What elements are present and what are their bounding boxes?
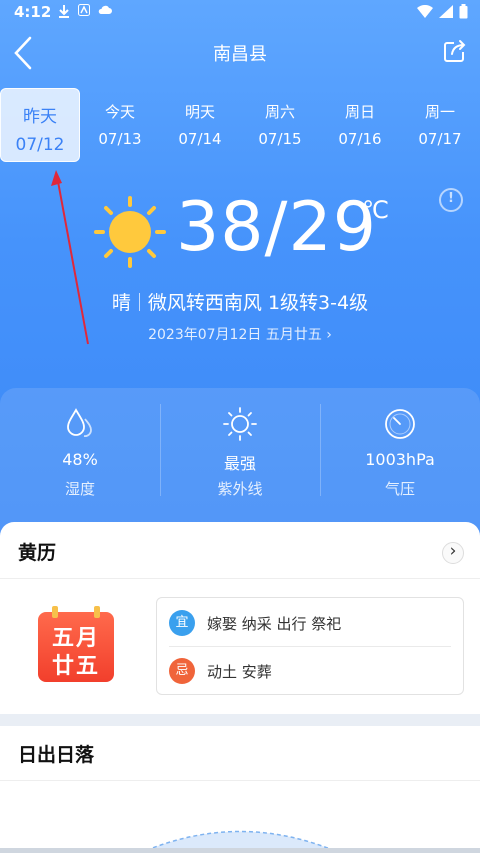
date-lunar-link[interactable]: 2023年07月12日 五月廿五 › <box>0 324 480 344</box>
tab-today[interactable]: 今天 07/13 <box>80 88 160 162</box>
cloud-icon <box>98 5 112 14</box>
tab-date: 07/13 <box>98 130 142 148</box>
download-icon <box>59 5 69 18</box>
pressure-label: 气压 <box>384 480 415 498</box>
yi-row: 宜 嫁娶 纳采 出行 祭祀 <box>169 610 341 636</box>
tab-date: 07/14 <box>178 130 222 148</box>
ji-text: 动土 安葬 <box>207 662 272 681</box>
day-tabs: 昨天 07/12 今天 07/13 明天 07/14 周六 07/15 周日 0… <box>0 88 480 162</box>
uv-metric: 最强 紫外线 <box>160 388 320 508</box>
weather-header: 4:12 南昌县 昨天 07/12 今天 07/13 明天 07/14 周六 0… <box>0 0 480 540</box>
temperature-range: 38/29 <box>176 188 377 267</box>
tab-saturday[interactable]: 周六 07/15 <box>240 88 320 162</box>
wifi-icon <box>417 5 433 18</box>
tab-date: 07/12 <box>15 135 65 155</box>
humidity-icon <box>67 408 92 437</box>
weather-condition: 晴 <box>111 292 131 314</box>
page-title: 南昌县 <box>213 44 267 65</box>
tab-name: 周日 <box>344 103 375 121</box>
tab-name: 明天 <box>184 103 215 121</box>
divider <box>138 293 140 311</box>
gesture-bar <box>0 848 480 853</box>
pressure-value: 1003hPa <box>365 450 435 469</box>
humidity-metric: 48% 湿度 <box>0 388 160 508</box>
sunny-icon <box>94 196 166 268</box>
pressure-gauge-icon <box>385 409 415 439</box>
status-time: 4:12 <box>14 3 52 21</box>
status-bar: 4:12 <box>0 0 480 26</box>
wind-info: 微风转西南风 1级转3-4级 <box>147 292 369 314</box>
yi-badge: 宜 <box>169 610 195 636</box>
divider <box>0 780 480 781</box>
tab-sunday[interactable]: 周日 07/16 <box>320 88 400 162</box>
tab-monday[interactable]: 周一 07/17 <box>400 88 480 162</box>
tab-name: 今天 <box>104 103 135 121</box>
tab-name: 周六 <box>264 103 295 121</box>
chevron-right-icon[interactable] <box>442 541 464 564</box>
humidity-value: 48% <box>62 450 98 469</box>
uv-label: 紫外线 <box>217 480 263 498</box>
battery-icon <box>459 4 468 19</box>
metrics-panel: 48% 湿度 最强 紫外线 1003hPa 气压 <box>0 388 480 540</box>
divider <box>0 578 480 579</box>
app-notification-icon <box>78 4 90 16</box>
tab-yesterday[interactable]: 昨天 07/12 <box>0 88 80 162</box>
sunrise-title: 日出日落 <box>18 744 95 766</box>
tab-date: 07/17 <box>418 130 462 148</box>
signal-icon <box>439 5 453 18</box>
weather-description: 晴微风转西南风 1级转3-4级 <box>0 288 480 315</box>
temperature-unit: ℃ <box>362 196 389 224</box>
yi-text: 嫁娶 纳采 出行 祭祀 <box>207 614 342 633</box>
divider <box>169 646 451 647</box>
uv-sun-icon <box>223 407 257 441</box>
pressure-metric: 1003hPa 气压 <box>320 388 480 508</box>
tab-name: 周一 <box>424 103 455 121</box>
humidity-label: 湿度 <box>64 480 95 498</box>
uv-value: 最强 <box>223 454 256 473</box>
tab-tomorrow[interactable]: 明天 07/14 <box>160 88 240 162</box>
ji-row: 忌 动土 安葬 <box>169 658 272 684</box>
share-icon[interactable] <box>442 38 468 64</box>
calendar-day-text: 廿五 <box>51 654 100 679</box>
annotation-arrow <box>51 170 89 345</box>
sun-path-arc <box>139 830 341 853</box>
ji-badge: 忌 <box>169 658 195 684</box>
tab-date: 07/15 <box>258 130 302 148</box>
almanac-title: 黄历 <box>18 542 57 564</box>
tab-date: 07/16 <box>338 130 382 148</box>
info-icon[interactable] <box>439 188 463 212</box>
yi-ji-box: 宜 嫁娶 纳采 出行 祭祀 忌 动土 安葬 <box>156 597 464 695</box>
tab-name: 昨天 <box>23 107 57 127</box>
